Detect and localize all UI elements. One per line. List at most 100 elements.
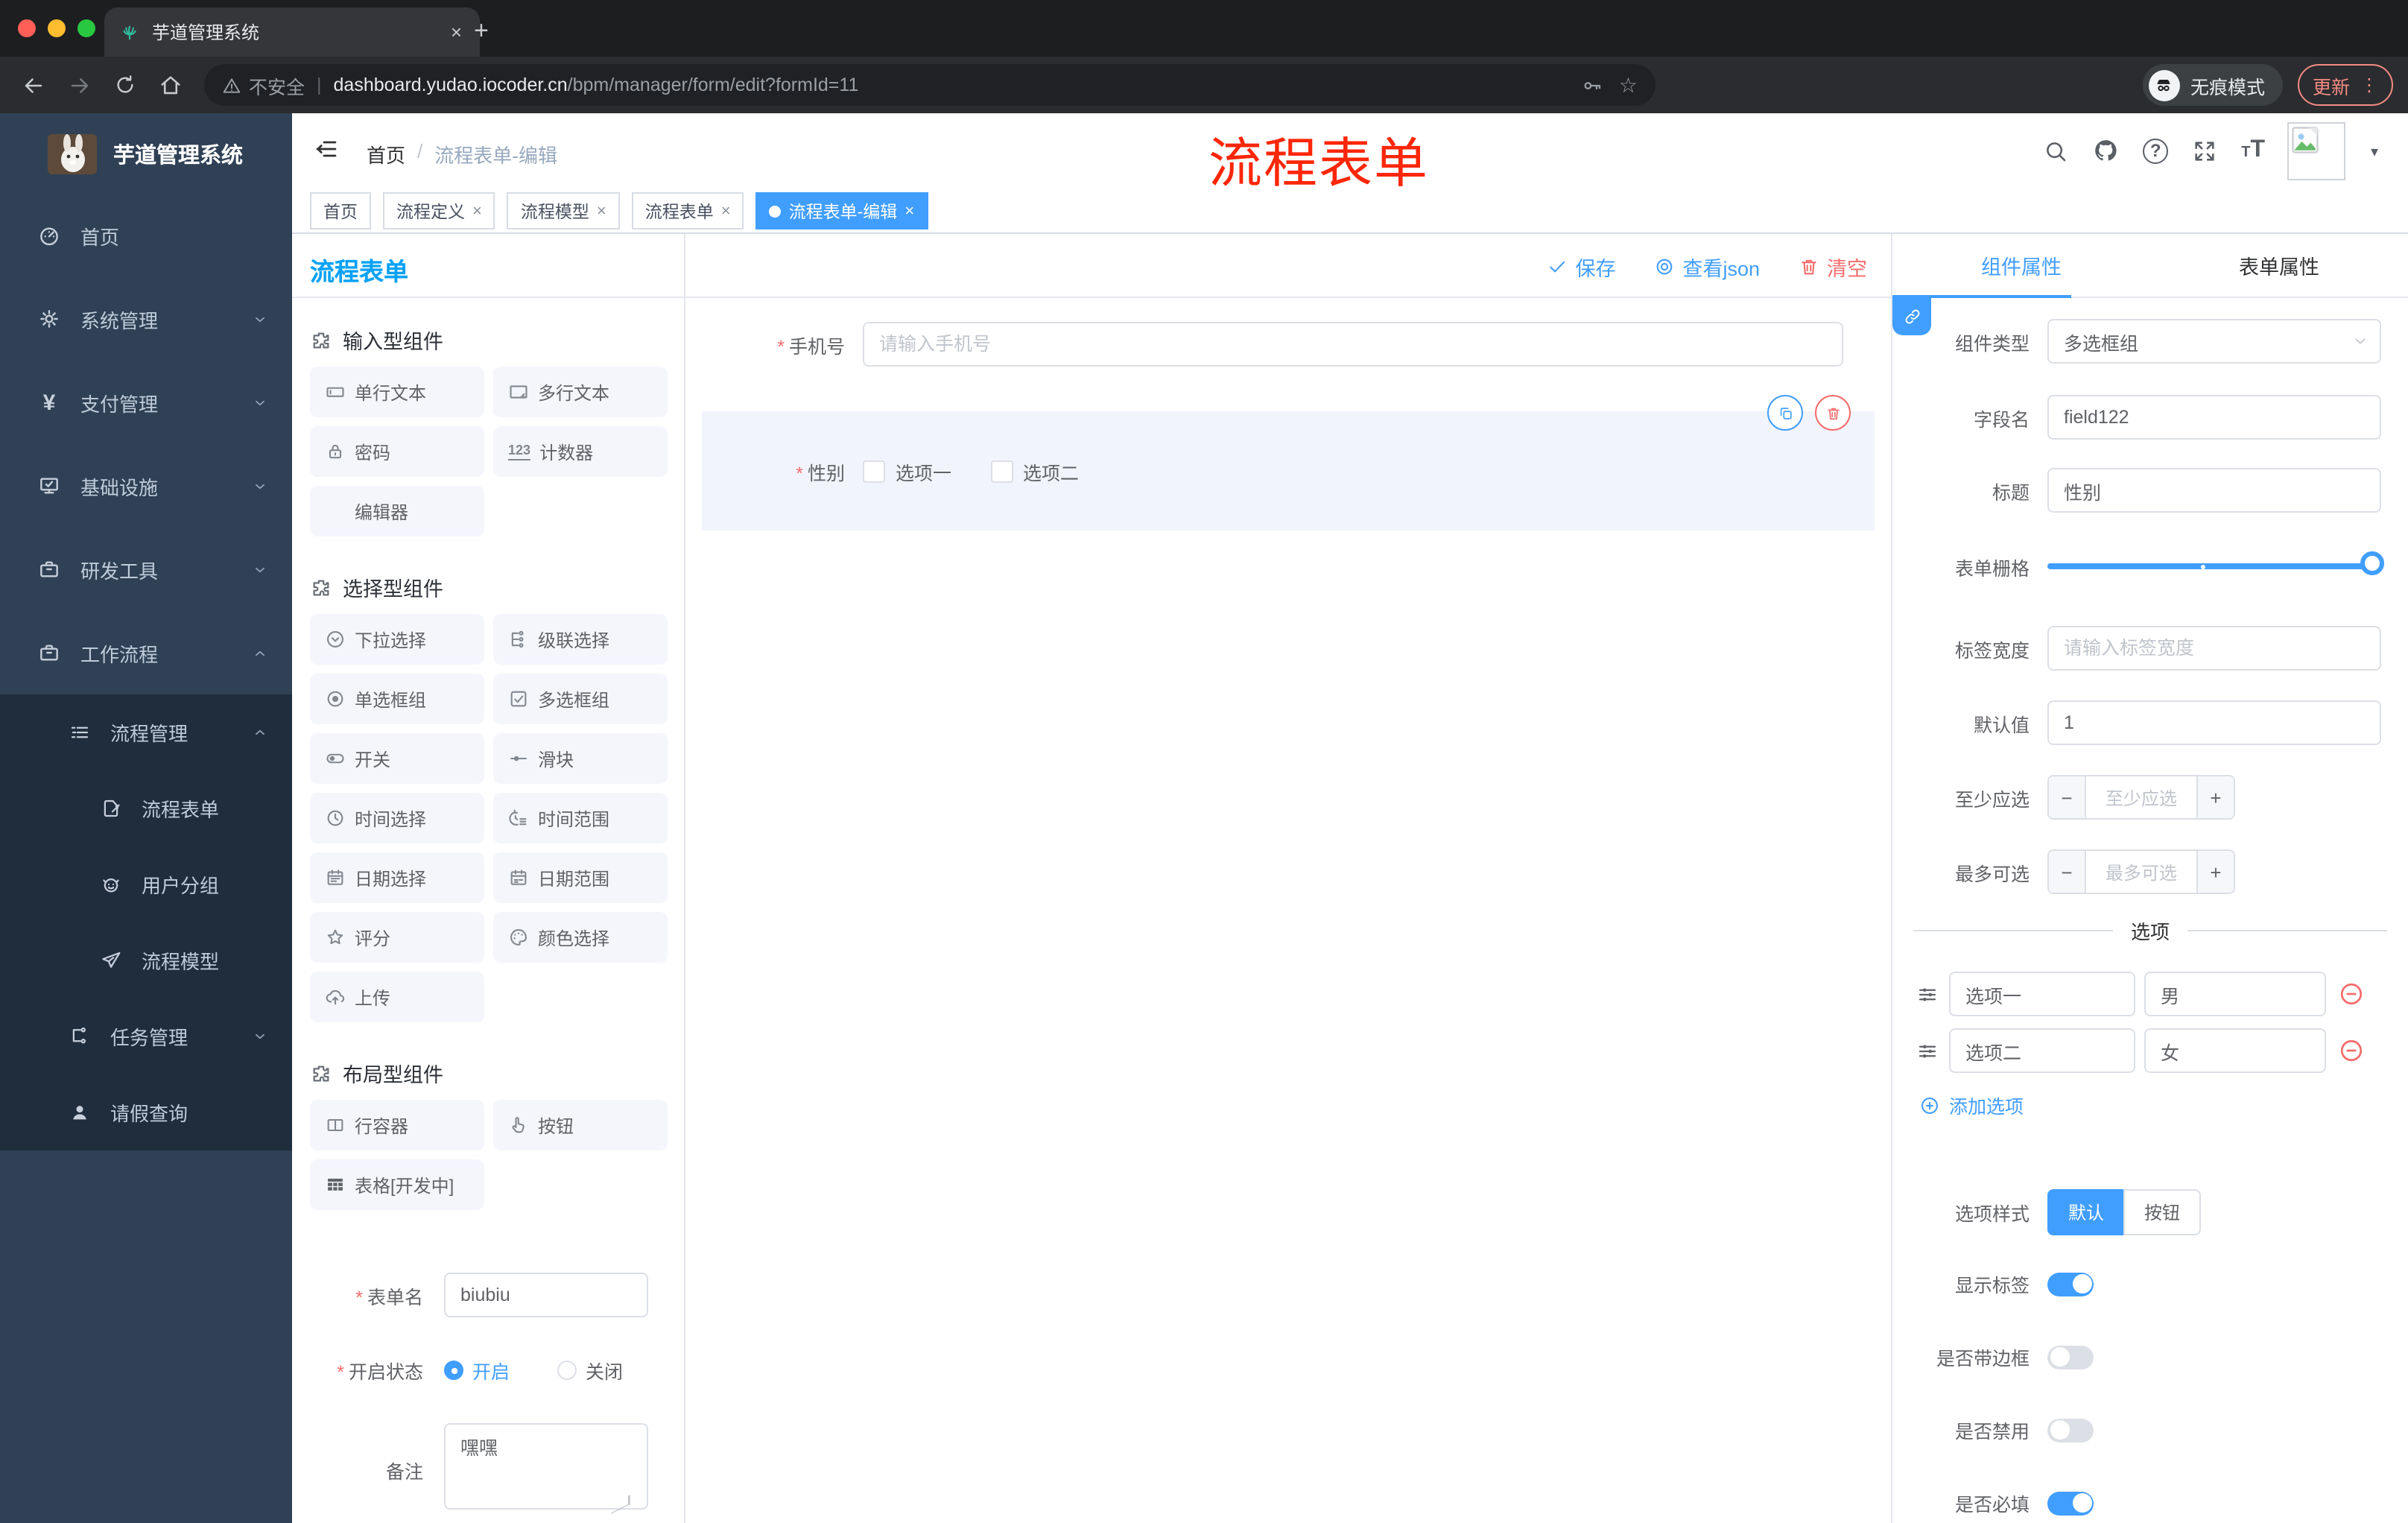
tab-close-icon[interactable]: × bbox=[448, 21, 465, 43]
disabled-toggle[interactable] bbox=[2047, 1418, 2094, 1442]
palette-item-cascader[interactable]: 级联选择 bbox=[493, 614, 668, 665]
tag-process-model[interactable]: 流程模型 × bbox=[507, 192, 620, 229]
style-default-button[interactable]: 默认 bbox=[2047, 1189, 2124, 1235]
tag-close-icon[interactable]: × bbox=[904, 202, 914, 220]
password-key-icon[interactable] bbox=[1582, 74, 1604, 96]
canvas-field-phone[interactable]: * 手机号 bbox=[702, 322, 1875, 367]
minimize-window-button[interactable] bbox=[48, 19, 66, 37]
stepper-increase-button[interactable]: + bbox=[2196, 776, 2234, 818]
palette-item-time-picker[interactable]: 时间选择 bbox=[310, 793, 484, 843]
status-open-radio[interactable]: 开启 bbox=[444, 1356, 510, 1384]
stepper-value[interactable]: 最多可选 bbox=[2086, 851, 2196, 893]
status-closed-radio[interactable]: 关闭 bbox=[557, 1356, 623, 1384]
tag-close-icon[interactable]: × bbox=[721, 202, 731, 220]
with-border-toggle[interactable] bbox=[2047, 1345, 2094, 1369]
palette-item-table-dev[interactable]: 表格[开发中] bbox=[310, 1159, 484, 1210]
address-bar[interactable]: 不安全 | dashboard.yudao.iocoder.cn/bpm/man… bbox=[204, 64, 1656, 106]
palette-item-date-range[interactable]: 日期范围 bbox=[493, 852, 668, 903]
option1-label-input[interactable] bbox=[1949, 972, 2135, 1016]
slider-track[interactable] bbox=[2047, 563, 2381, 569]
tag-process-form[interactable]: 流程表单 × bbox=[631, 192, 744, 229]
github-icon[interactable] bbox=[2092, 137, 2119, 164]
gender-option1-checkbox[interactable]: 选项一 bbox=[863, 457, 951, 485]
palette-item-checkbox-group[interactable]: 多选框组 bbox=[493, 674, 668, 724]
browser-update-button[interactable]: 更新 ⋮ bbox=[2297, 64, 2393, 106]
home-icon[interactable] bbox=[158, 72, 183, 98]
tab-form-props[interactable]: 表单属性 bbox=[2150, 234, 2408, 297]
palette-item-select[interactable]: 下拉选择 bbox=[310, 614, 484, 665]
option2-value-input[interactable] bbox=[2144, 1028, 2326, 1073]
sidebar-item-process-mgmt[interactable]: 流程管理 bbox=[0, 694, 292, 770]
sidebar-fold-icon[interactable] bbox=[313, 136, 340, 162]
palette-item-upload[interactable]: 上传 bbox=[310, 972, 484, 1022]
stepper-decrease-button[interactable]: − bbox=[2049, 851, 2086, 893]
form-remark-textarea[interactable]: 嘿嘿 bbox=[444, 1423, 648, 1510]
close-window-button[interactable] bbox=[18, 19, 36, 37]
back-icon[interactable] bbox=[21, 72, 46, 98]
required-toggle[interactable] bbox=[2047, 1491, 2094, 1515]
gender-option2-checkbox[interactable]: 选项二 bbox=[990, 457, 1079, 485]
form-name-input[interactable] bbox=[444, 1273, 648, 1317]
search-icon[interactable] bbox=[2043, 138, 2068, 163]
tab-component-props[interactable]: 组件属性 bbox=[1892, 234, 2150, 297]
add-option-button[interactable]: 添加选项 bbox=[1919, 1091, 2024, 1119]
option2-label-input[interactable] bbox=[1949, 1028, 2135, 1073]
view-json-button[interactable]: 查看json bbox=[1654, 251, 1760, 281]
palette-item-color-picker[interactable]: 颜色选择 bbox=[493, 912, 668, 963]
help-icon[interactable]: ? bbox=[2143, 138, 2169, 163]
sidebar-item-user-group[interactable]: 用户分组 bbox=[0, 846, 292, 922]
breadcrumb-home[interactable]: 首页 bbox=[367, 140, 405, 168]
sidebar-item-workflow[interactable]: 工作流程 bbox=[0, 611, 292, 694]
fullscreen-icon[interactable] bbox=[2192, 138, 2217, 163]
clear-button[interactable]: 清空 bbox=[1799, 251, 1867, 281]
avatar[interactable] bbox=[2287, 122, 2345, 180]
reload-icon[interactable] bbox=[113, 73, 137, 97]
field-name-input[interactable] bbox=[2047, 395, 2381, 440]
drag-handle-icon[interactable] bbox=[1916, 983, 1939, 1005]
palette-item-editor[interactable]: 编辑器 bbox=[310, 486, 484, 536]
palette-item-switch[interactable]: 开关 bbox=[310, 733, 484, 784]
sidebar-item-leave-query[interactable]: 请假查询 bbox=[0, 1074, 292, 1150]
style-button-button[interactable]: 按钮 bbox=[2123, 1189, 2202, 1235]
sidebar-item-task-mgmt[interactable]: 任务管理 bbox=[0, 998, 292, 1074]
default-value-input[interactable] bbox=[2047, 700, 2381, 745]
component-type-select[interactable] bbox=[2047, 319, 2381, 364]
browser-menu-icon[interactable]: ⋮ bbox=[2360, 75, 2378, 95]
window-controls[interactable] bbox=[18, 19, 95, 37]
show-label-toggle[interactable] bbox=[2047, 1272, 2094, 1296]
tag-process-form-edit-active[interactable]: 流程表单-编辑 × bbox=[755, 192, 928, 229]
label-width-input[interactable] bbox=[2047, 626, 2381, 671]
forward-icon[interactable] bbox=[67, 72, 92, 98]
palette-item-radio-group[interactable]: 单选框组 bbox=[310, 674, 484, 724]
bookmark-star-icon[interactable]: ☆ bbox=[1619, 72, 1638, 98]
tag-close-icon[interactable]: × bbox=[472, 202, 482, 220]
title-input[interactable] bbox=[2047, 468, 2381, 513]
browser-tab[interactable]: 芋道管理系统 × bbox=[104, 7, 480, 57]
sidebar-item-infra[interactable]: 基础设施 bbox=[0, 444, 292, 528]
phone-input[interactable] bbox=[863, 322, 1843, 367]
palette-item-multi-text[interactable]: 多行文本 bbox=[493, 367, 668, 417]
delete-component-button[interactable] bbox=[1815, 395, 1851, 431]
new-tab-button[interactable]: + bbox=[474, 12, 489, 51]
zoom-window-button[interactable] bbox=[77, 19, 95, 37]
palette-item-rate[interactable]: 评分 bbox=[310, 912, 484, 963]
stepper-value[interactable]: 至少应选 bbox=[2086, 776, 2196, 818]
sidebar-item-payment[interactable]: ¥ 支付管理 bbox=[0, 361, 292, 444]
save-button[interactable]: 保存 bbox=[1547, 251, 1615, 281]
palette-item-slider[interactable]: 滑块 bbox=[493, 733, 668, 784]
sidebar-item-home[interactable]: 首页 bbox=[0, 194, 292, 277]
slider-handle[interactable] bbox=[2360, 551, 2384, 575]
avatar-caret-icon[interactable]: ▾ bbox=[2371, 145, 2378, 161]
sidebar-item-system[interactable]: 系统管理 bbox=[0, 277, 292, 361]
form-grid-slider[interactable] bbox=[2047, 544, 2384, 589]
sidebar-item-process-form[interactable]: 流程表单 bbox=[0, 770, 292, 846]
palette-item-date-picker[interactable]: 日期选择 bbox=[310, 852, 484, 903]
font-size-icon[interactable]: TT bbox=[2241, 138, 2265, 162]
remove-option-button[interactable] bbox=[2338, 981, 2365, 1007]
stepper-decrease-button[interactable]: − bbox=[2049, 776, 2086, 818]
tag-home[interactable]: 首页 bbox=[310, 192, 371, 229]
palette-item-button[interactable]: 按钮 bbox=[493, 1100, 668, 1150]
palette-item-password[interactable]: 密码 bbox=[310, 426, 484, 477]
tag-process-definition[interactable]: 流程定义 × bbox=[383, 192, 495, 229]
sidebar-item-devtools[interactable]: 研发工具 bbox=[0, 528, 292, 611]
